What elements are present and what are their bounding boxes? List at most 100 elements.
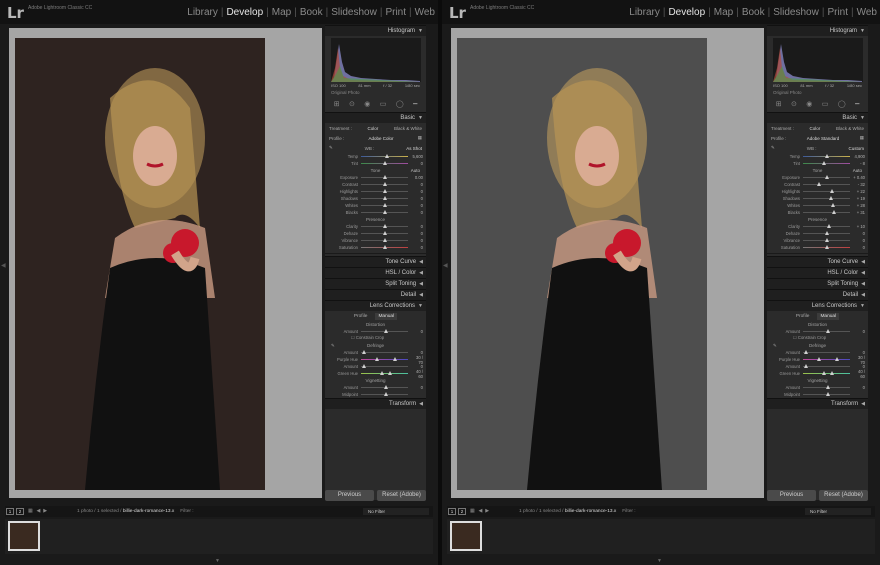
- wb-eyedropper-icon[interactable]: ✎: [771, 145, 775, 151]
- profile-select[interactable]: Adobe Color: [368, 136, 393, 141]
- module-library[interactable]: Library: [184, 7, 221, 18]
- transform-header[interactable]: Transform ◀: [325, 398, 426, 409]
- image-canvas[interactable]: [9, 28, 322, 498]
- left-panel-toggle-icon[interactable]: ◀: [443, 262, 448, 269]
- saturation-slider-row[interactable]: Saturation 0: [767, 244, 868, 251]
- image-canvas[interactable]: [451, 28, 764, 498]
- red-eye-icon[interactable]: ◉: [806, 100, 812, 108]
- temp-slider-row[interactable]: Temp 5,600: [325, 153, 426, 160]
- green-hue-row[interactable]: Green Hue 40 / 60: [767, 369, 868, 379]
- treatment-color-button[interactable]: Color: [368, 126, 379, 131]
- green-hue-row[interactable]: Green Hue 40 / 60: [325, 369, 426, 379]
- module-develop[interactable]: Develop: [223, 7, 266, 18]
- module-book[interactable]: Book: [297, 7, 326, 18]
- lens-corrections-header[interactable]: Lens Corrections ▼: [767, 300, 868, 311]
- contrast-slider-row[interactable]: Contrast 0: [325, 181, 426, 188]
- clarity-slider-row[interactable]: Clarity 0: [325, 223, 426, 230]
- module-map[interactable]: Map: [269, 7, 294, 18]
- spot-removal-icon[interactable]: ⊙: [349, 100, 355, 108]
- lens-corrections-header[interactable]: Lens Corrections ▼: [325, 300, 426, 311]
- module-web[interactable]: Web: [412, 7, 438, 18]
- grid-icon[interactable]: ▦: [470, 509, 475, 514]
- histogram-header[interactable]: Histogram ▼: [325, 25, 426, 36]
- purple-hue-row[interactable]: Purple Hue 30 / 70: [325, 355, 426, 365]
- basic-header[interactable]: Basic ▼: [767, 112, 868, 123]
- back-icon[interactable]: ◀: [37, 509, 41, 514]
- exposure-slider-row[interactable]: Exposure + 0.40: [767, 174, 868, 181]
- shadows-slider-row[interactable]: Shadows 0: [325, 195, 426, 202]
- auto-button[interactable]: Auto: [853, 167, 862, 174]
- module-slideshow[interactable]: Slideshow: [328, 7, 380, 18]
- forward-icon[interactable]: ▶: [43, 509, 47, 514]
- split-toning-header[interactable]: Split Toning ◀: [767, 278, 868, 289]
- graduated-filter-icon[interactable]: ▭: [380, 100, 387, 108]
- reset-button[interactable]: Reset (Adobe): [819, 490, 868, 501]
- graduated-filter-icon[interactable]: ▭: [822, 100, 829, 108]
- tint-slider-row[interactable]: Tint - 8: [767, 160, 868, 167]
- second-window-button[interactable]: 2: [16, 508, 24, 515]
- clarity-slider-row[interactable]: Clarity + 10: [767, 223, 868, 230]
- detail-header[interactable]: Detail ◀: [325, 289, 426, 300]
- midpoint-row[interactable]: Midpoint: [325, 391, 426, 398]
- tab-profile[interactable]: Profile: [796, 314, 810, 319]
- module-print[interactable]: Print: [382, 7, 409, 18]
- filmstrip-toggle-icon[interactable]: ▼: [657, 558, 662, 564]
- filter-select[interactable]: No Filter: [363, 508, 429, 515]
- profile-browser-icon[interactable]: ▦: [418, 135, 422, 141]
- main-window-button[interactable]: 1: [6, 508, 14, 515]
- radial-filter-icon[interactable]: ◯: [396, 100, 404, 108]
- highlights-slider-row[interactable]: Highlights 0: [325, 188, 426, 195]
- distortion-amount-row[interactable]: Amount 0: [767, 328, 868, 335]
- whites-slider-row[interactable]: Whites 0: [325, 202, 426, 209]
- module-library[interactable]: Library: [626, 7, 663, 18]
- contrast-slider-row[interactable]: Contrast - 32: [767, 181, 868, 188]
- temp-slider-row[interactable]: Temp 4,900: [767, 153, 868, 160]
- treatment-bw-button[interactable]: Black & White: [394, 126, 422, 131]
- tone-curve-header[interactable]: Tone Curve ◀: [325, 256, 426, 267]
- crop-icon[interactable]: ⊞: [776, 100, 782, 108]
- thumbnail[interactable]: [8, 521, 40, 551]
- filter-select[interactable]: No Filter: [805, 508, 871, 515]
- auto-button[interactable]: Auto: [411, 167, 420, 174]
- vibrance-slider-row[interactable]: Vibrance 0: [767, 237, 868, 244]
- transform-header[interactable]: Transform ◀: [767, 398, 868, 409]
- whites-slider-row[interactable]: Whites + 28: [767, 202, 868, 209]
- profile-select[interactable]: Adobe Standard: [807, 136, 840, 141]
- filmstrip-toggle-icon[interactable]: ▼: [215, 558, 220, 564]
- hsl-header[interactable]: HSL / Color ◀: [767, 267, 868, 278]
- tone-curve-header[interactable]: Tone Curve ◀: [767, 256, 868, 267]
- blacks-slider-row[interactable]: Blacks 0: [325, 209, 426, 216]
- treatment-bw-button[interactable]: Black & White: [836, 126, 864, 131]
- constrain-crop-checkbox[interactable]: ☐ Constrain Crop: [325, 335, 426, 342]
- red-eye-icon[interactable]: ◉: [364, 100, 370, 108]
- vignette-amount-row[interactable]: Amount 0: [325, 384, 426, 391]
- hsl-header[interactable]: HSL / Color ◀: [325, 267, 426, 278]
- tab-manual[interactable]: Manual: [817, 312, 840, 320]
- shadows-slider-row[interactable]: Shadows + 19: [767, 195, 868, 202]
- profile-browser-icon[interactable]: ▦: [860, 135, 864, 141]
- blacks-slider-row[interactable]: Blacks + 31: [767, 209, 868, 216]
- dehaze-slider-row[interactable]: Dehaze 0: [767, 230, 868, 237]
- saturation-slider-row[interactable]: Saturation 0: [325, 244, 426, 251]
- detail-header[interactable]: Detail ◀: [767, 289, 868, 300]
- reset-button[interactable]: Reset (Adobe): [377, 490, 426, 501]
- spot-removal-icon[interactable]: ⊙: [791, 100, 797, 108]
- module-print[interactable]: Print: [824, 7, 851, 18]
- module-develop[interactable]: Develop: [665, 7, 708, 18]
- exposure-slider-row[interactable]: Exposure 0.00: [325, 174, 426, 181]
- main-window-button[interactable]: 1: [448, 508, 456, 515]
- module-slideshow[interactable]: Slideshow: [770, 7, 822, 18]
- distortion-amount-row[interactable]: Amount 0: [325, 328, 426, 335]
- wb-select[interactable]: Custom: [848, 146, 864, 151]
- crop-icon[interactable]: ⊞: [334, 100, 340, 108]
- module-web[interactable]: Web: [854, 7, 880, 18]
- midpoint-row[interactable]: Midpoint: [767, 391, 868, 398]
- defringe-eyedropper-icon[interactable]: ✎: [331, 342, 335, 349]
- tab-profile[interactable]: Profile: [354, 314, 368, 319]
- previous-button[interactable]: Previous: [767, 490, 816, 501]
- brush-icon[interactable]: ━: [855, 100, 859, 108]
- split-toning-header[interactable]: Split Toning ◀: [325, 278, 426, 289]
- defringe-eyedropper-icon[interactable]: ✎: [773, 342, 777, 349]
- forward-icon[interactable]: ▶: [485, 509, 489, 514]
- treatment-color-button[interactable]: Color: [810, 126, 821, 131]
